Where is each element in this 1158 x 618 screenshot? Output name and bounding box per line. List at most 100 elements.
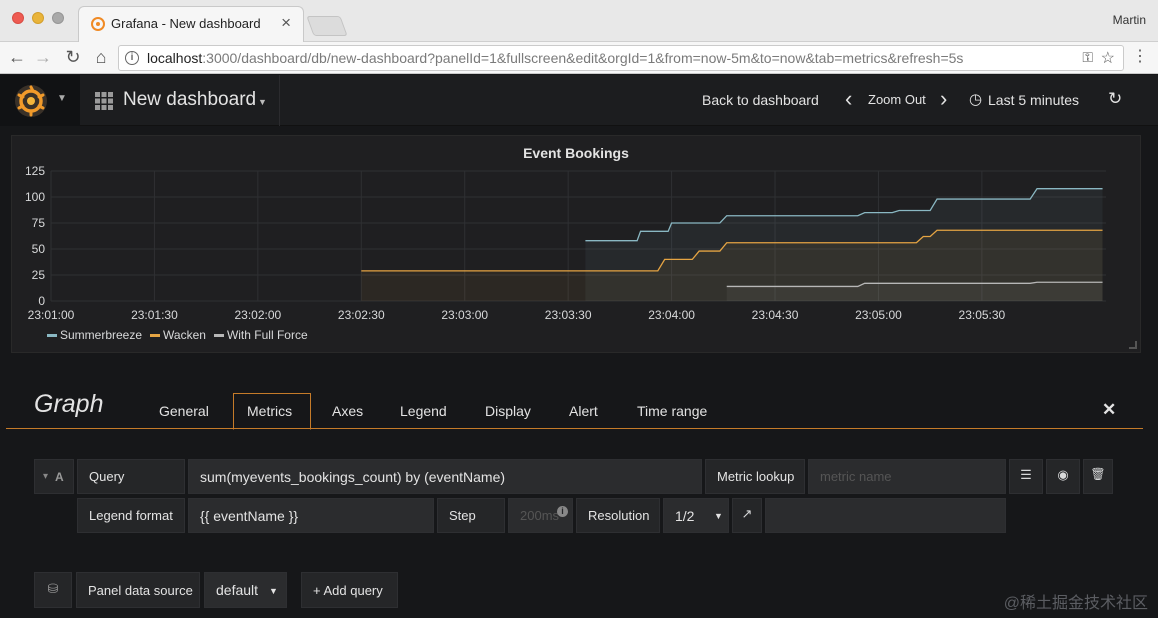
resolution-label-text: Resolution xyxy=(588,508,650,523)
y-tick-label: 75 xyxy=(32,216,46,230)
new-tab-button[interactable] xyxy=(306,16,348,36)
chevron-down-icon: ▼ xyxy=(57,93,67,104)
legend-label: Summerbreeze xyxy=(60,328,143,342)
datasource-value: default xyxy=(216,582,259,598)
resolution-select[interactable]: 1/2 ▼ xyxy=(663,498,729,533)
x-tick-label: 23:05:00 xyxy=(855,308,902,322)
query-collapse-toggle[interactable]: ▾ A xyxy=(34,459,74,494)
info-icon[interactable]: i xyxy=(557,506,568,517)
refresh-icon[interactable]: ↻ xyxy=(1108,89,1122,109)
x-tick-label: 23:03:30 xyxy=(545,308,592,322)
y-tick-label: 125 xyxy=(25,164,45,178)
chevron-down-icon: ▼ xyxy=(269,586,278,596)
chevron-down-icon: ▾ xyxy=(43,471,49,482)
time-range-picker[interactable]: Last 5 minutes xyxy=(988,92,1079,108)
panel-resize-handle[interactable] xyxy=(1129,341,1137,349)
metric-lookup-placeholder: metric name xyxy=(820,469,892,484)
chevron-left-icon[interactable]: ‹ xyxy=(845,86,852,112)
x-tick-label: 23:02:30 xyxy=(338,308,385,322)
datasource-icon-box: ⛁ xyxy=(34,572,72,608)
step-label: Step xyxy=(437,498,505,533)
toggle-visibility-button[interactable]: ◉ xyxy=(1046,459,1080,494)
tab-axes[interactable]: Axes xyxy=(332,403,363,419)
address-bar[interactable]: i localhost:3000/dashboard/db/new-dashbo… xyxy=(118,45,1124,71)
add-query-button[interactable]: + Add query xyxy=(301,572,398,608)
panel-data-source-label-text: Panel data source xyxy=(88,583,193,598)
tab-close-icon[interactable]: × xyxy=(281,13,291,33)
tab-metrics[interactable]: Metrics xyxy=(247,403,292,419)
query-label: Query xyxy=(77,459,185,494)
reload-icon[interactable]: ↻ xyxy=(62,46,84,68)
x-tick-label: 23:03:00 xyxy=(441,308,488,322)
legend-item[interactable]: Wacken xyxy=(150,328,206,342)
datasource-select[interactable]: default ▼ xyxy=(204,572,287,608)
key-icon[interactable]: ⚿ xyxy=(1082,49,1093,66)
browser-user[interactable]: Martin xyxy=(1113,13,1146,27)
query-input-value: sum(myevents_bookings_count) by (eventNa… xyxy=(200,469,506,485)
tab-general[interactable]: General xyxy=(159,403,209,419)
info-icon[interactable]: i xyxy=(125,51,139,65)
tabs-underline xyxy=(6,428,1143,429)
forward-icon[interactable]: → xyxy=(32,46,54,68)
query-input[interactable]: sum(myevents_bookings_count) by (eventNa… xyxy=(188,459,702,494)
event-bookings-chart: 0 25 50 75 100 125 23:01:00 23:01:30 23:02:00 23:… xyxy=(25,164,1106,322)
browser-menu-icon[interactable]: ⋮ xyxy=(1132,48,1148,66)
url-text[interactable]: localhost:3000/dashboard/db/new-dashboar… xyxy=(147,50,963,66)
back-to-dashboard-button[interactable]: Back to dashboard xyxy=(702,92,819,108)
chevron-down-icon: ▼ xyxy=(258,97,267,107)
legend-format-label: Legend format xyxy=(77,498,185,533)
grafana-topbar: ▼ New dashboard ▼ Back to dashboard ‹ Zo… xyxy=(0,75,1158,126)
chart-legend: Summerbreeze Wacken With Full Force xyxy=(47,328,316,342)
step-input[interactable]: 200ms i xyxy=(508,498,573,533)
zoom-out-button[interactable]: Zoom Out xyxy=(868,92,926,107)
query-menu-button[interactable]: ☰ xyxy=(1009,459,1043,494)
grafana-menu[interactable]: ▼ xyxy=(0,75,80,126)
open-link-button[interactable]: ↗ xyxy=(732,498,762,533)
tab-time-range[interactable]: Time range xyxy=(637,403,707,419)
step-label-text: Step xyxy=(449,508,476,523)
legend-item[interactable]: With Full Force xyxy=(213,328,308,342)
dashboard-picker[interactable]: New dashboard ▼ xyxy=(80,75,280,126)
query-label-text: Query xyxy=(89,469,125,484)
home-icon[interactable]: ⌂ xyxy=(90,46,112,68)
tab-alert[interactable]: Alert xyxy=(569,403,598,419)
legend-format-label-text: Legend format xyxy=(89,508,173,523)
chevron-down-icon: ▼ xyxy=(714,511,723,521)
menu-icon: ☰ xyxy=(1020,467,1032,482)
x-tick-label: 23:02:00 xyxy=(235,308,282,322)
y-tick-label: 25 xyxy=(32,268,46,282)
grafana-favicon-icon xyxy=(91,17,105,31)
database-icon: ⛁ xyxy=(47,581,59,596)
dashboard-grid-icon xyxy=(95,92,113,110)
url-path: :3000/dashboard/db/new-dashboard?panelId… xyxy=(202,50,964,66)
tab-title: Grafana - New dashboard xyxy=(111,16,261,31)
legend-label: Wacken xyxy=(163,328,206,342)
tab-display[interactable]: Display xyxy=(485,403,531,419)
bookmark-star-icon[interactable]: ☆ xyxy=(1101,48,1115,68)
x-tick-label: 23:04:00 xyxy=(648,308,695,322)
trash-icon: 🗑 xyxy=(1090,467,1106,481)
close-editor-icon[interactable]: ✕ xyxy=(1102,400,1116,420)
maximize-window-button[interactable] xyxy=(52,12,64,24)
add-query-label: + Add query xyxy=(313,583,383,598)
eye-icon: ◉ xyxy=(1057,467,1069,482)
chevron-right-icon[interactable]: › xyxy=(940,86,947,112)
metric-lookup-input[interactable]: metric name xyxy=(808,459,1006,494)
x-tick-label: 23:01:00 xyxy=(28,308,75,322)
legend-item[interactable]: Summerbreeze xyxy=(47,328,142,342)
url-host: localhost xyxy=(147,50,203,66)
minimize-window-button[interactable] xyxy=(32,12,44,24)
back-icon[interactable]: ← xyxy=(6,46,28,68)
resolution-label: Resolution xyxy=(576,498,660,533)
legend-format-input[interactable]: {{ eventName }} xyxy=(188,498,434,533)
remove-query-button[interactable]: 🗑 xyxy=(1083,459,1113,494)
y-tick-label: 0 xyxy=(38,294,45,308)
step-placeholder: 200ms xyxy=(520,508,560,523)
metric-lookup-label: Metric lookup xyxy=(705,459,805,494)
y-tick-label: 100 xyxy=(25,190,45,204)
browser-tab[interactable]: Grafana - New dashboard × xyxy=(78,6,304,42)
options-row-filler xyxy=(765,498,1006,533)
legend-swatch-icon xyxy=(150,334,161,338)
tab-legend[interactable]: Legend xyxy=(400,403,447,419)
close-window-button[interactable] xyxy=(12,12,24,24)
